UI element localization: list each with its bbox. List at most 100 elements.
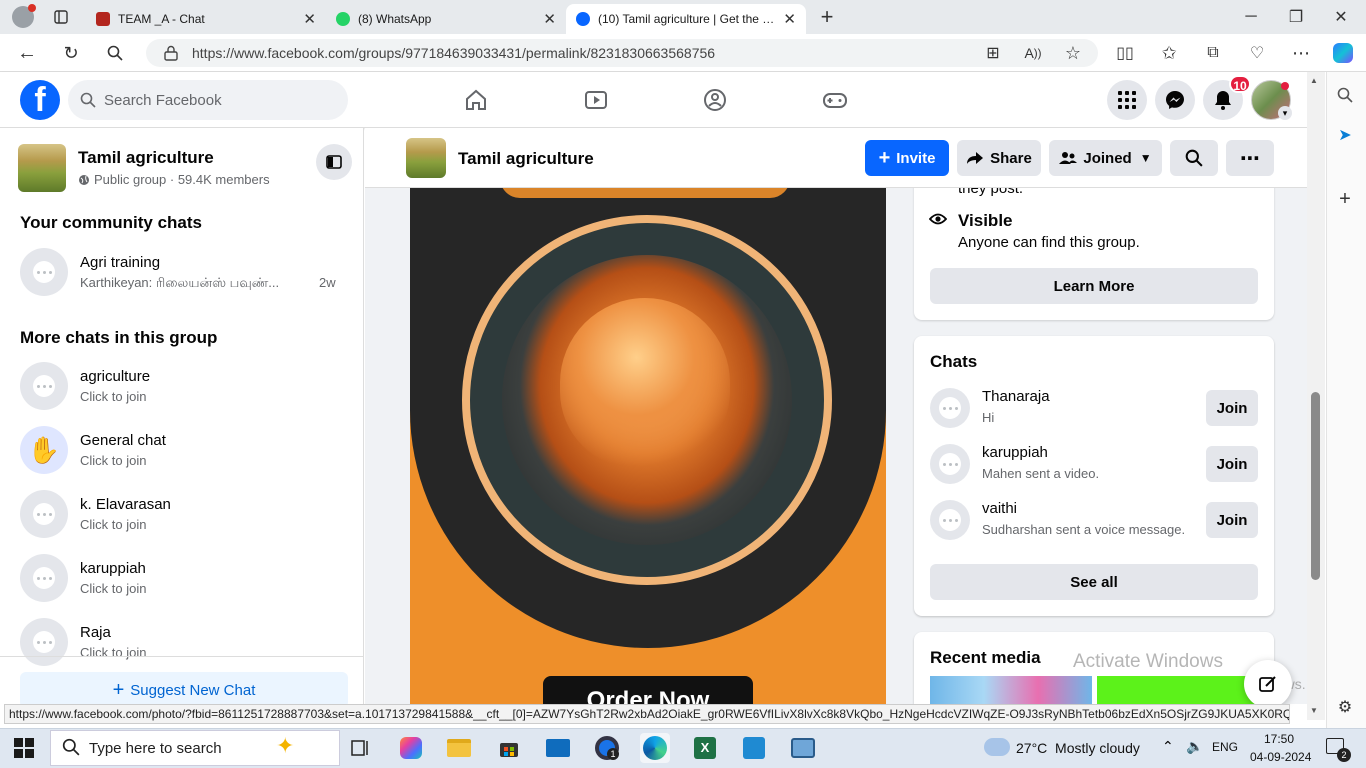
volume-icon[interactable]: 🔈 [1186, 738, 1203, 755]
tab-title: (10) Tamil agriculture | Get the Fre [598, 12, 776, 26]
tray-chevron-icon[interactable]: ⌃ [1162, 738, 1174, 755]
excel-app-icon[interactable]: X [690, 733, 720, 763]
tab-team-chat[interactable]: TEAM _A - Chat ✕ [86, 4, 326, 34]
see-all-chats-button[interactable]: See all [930, 564, 1258, 600]
order-now-button[interactable]: Order Now [543, 676, 753, 704]
group-more-button[interactable]: ⋯ [1226, 140, 1274, 176]
send-icon[interactable]: ➤ [1334, 124, 1356, 146]
minimize-icon[interactable]: ─ [1240, 6, 1262, 28]
sidebar-add-icon[interactable]: + [1334, 188, 1356, 210]
refresh-icon[interactable]: ↻ [60, 42, 82, 64]
chat-item-agriculture[interactable]: agriculture Click to join [20, 358, 350, 410]
tab-whatsapp[interactable]: (8) WhatsApp ✕ [326, 4, 566, 34]
mail-app-icon[interactable] [788, 733, 818, 763]
share-button[interactable]: Share [957, 140, 1041, 176]
scrollbar-thumb[interactable] [1311, 392, 1320, 580]
media-thumbnail[interactable] [930, 676, 1092, 704]
clock-time[interactable]: 17:50 [1264, 732, 1294, 746]
account-chevron-icon[interactable]: ▾ [1278, 106, 1292, 120]
messenger-icon[interactable] [1155, 80, 1195, 120]
joined-button[interactable]: Joined ▼ [1049, 140, 1162, 176]
copilot-icon[interactable] [1332, 42, 1354, 64]
edge-sidebar [1326, 72, 1366, 728]
profile-icon[interactable] [12, 4, 36, 28]
chat-item-karuppiah[interactable]: karuppiah Click to join [20, 550, 350, 602]
chat-bubble-icon [33, 375, 55, 397]
favorites-icon[interactable]: ✩ [1158, 42, 1180, 64]
chat-item-general[interactable]: ✋ General chat Click to join [20, 422, 350, 474]
weather-cloud-icon[interactable] [984, 738, 1010, 756]
post-image[interactable]: Order Now [410, 188, 886, 704]
scroll-down-arrow-icon[interactable]: ▼ [1310, 706, 1318, 715]
file-explorer-icon[interactable] [444, 733, 474, 763]
sidebar-settings-icon[interactable]: ⚙ [1334, 696, 1356, 718]
tab-title: TEAM _A - Chat [118, 12, 205, 26]
facebook-search-input[interactable]: Search Facebook [68, 80, 348, 120]
vscode-app-icon[interactable] [739, 733, 769, 763]
media-thumbnail[interactable] [1097, 676, 1258, 704]
edge-app-icon[interactable] [640, 733, 670, 763]
address-bar[interactable]: https://www.facebook.com/groups/97718463… [146, 39, 1098, 67]
read-aloud-icon[interactable]: A)) [1022, 42, 1044, 64]
tab-title: (8) WhatsApp [358, 12, 432, 26]
group-search-button[interactable] [1170, 140, 1218, 176]
gaming-icon[interactable] [819, 84, 851, 116]
suggest-new-chat-button[interactable]: + Suggest New Chat [20, 672, 348, 708]
recent-media-title: Recent media [930, 648, 1041, 667]
chat-avatar [930, 388, 970, 428]
close-icon[interactable]: ✕ [783, 10, 796, 28]
favorite-star-icon[interactable]: ☆ [1062, 42, 1084, 64]
clock-date[interactable]: 04-09-2024 [1250, 750, 1311, 764]
video-icon[interactable] [580, 84, 612, 116]
community-chat-item[interactable]: Agri training Karthikeyan: ரிலையன்ஸ் பவு… [20, 244, 350, 296]
sidebar-search-icon[interactable] [1334, 84, 1356, 106]
menu-grid-icon[interactable] [1107, 80, 1147, 120]
app-available-icon[interactable]: ⊞ [982, 42, 1004, 64]
join-chat-button[interactable]: Join [1206, 390, 1258, 426]
copilot-app-icon[interactable] [396, 733, 426, 763]
learn-more-button[interactable]: Learn More [930, 268, 1258, 304]
home-icon[interactable] [460, 84, 492, 116]
task-view-icon[interactable] [346, 733, 376, 763]
app-count-badge: 1 [607, 748, 619, 760]
group-header-name[interactable]: Tamil agriculture [458, 149, 594, 169]
group-header-thumbnail[interactable] [406, 138, 446, 178]
link-status-bar: https://www.facebook.com/photo/?fbid=861… [4, 704, 1290, 724]
join-chat-button[interactable]: Join [1206, 502, 1258, 538]
new-tab-button[interactable]: + [816, 4, 838, 29]
group-chats-panel: Tamil agriculture Public group · 59.4K m… [0, 128, 364, 704]
lock-icon[interactable] [160, 42, 182, 64]
more-menu-icon[interactable]: ⋯ [1290, 42, 1312, 64]
tab-actions-icon[interactable] [50, 6, 72, 28]
join-chat-button[interactable]: Join [1206, 446, 1258, 482]
collapse-panel-icon[interactable] [316, 144, 352, 180]
chrome-app-icon[interactable] [592, 733, 622, 763]
chat-avatar [20, 490, 68, 538]
chat-item-elavarasan[interactable]: k. Elavarasan Click to join [20, 486, 350, 538]
facebook-logo[interactable]: f [20, 80, 60, 120]
new-message-icon[interactable] [1244, 660, 1292, 708]
chat-item-raja[interactable]: Raja Click to join [20, 614, 350, 666]
window-close-icon[interactable]: ✕ [1330, 6, 1352, 28]
search-highlight-icon[interactable]: ✦ [276, 733, 294, 759]
microsoft-store-icon[interactable] [494, 733, 524, 763]
scroll-up-arrow-icon[interactable]: ▲ [1310, 76, 1318, 85]
browser-essentials-icon[interactable]: ♡ [1246, 42, 1268, 64]
invite-button[interactable]: + Invite [865, 140, 949, 176]
groups-icon[interactable] [699, 84, 731, 116]
search-icon[interactable] [104, 42, 126, 64]
close-icon[interactable]: ✕ [303, 10, 316, 28]
close-icon[interactable]: ✕ [543, 10, 556, 28]
mail-icon[interactable] [543, 733, 573, 763]
taskbar-search-input[interactable]: Type here to search [50, 730, 340, 766]
restore-icon[interactable]: ❐ [1285, 6, 1307, 28]
split-screen-icon[interactable]: ▯▯ [1114, 42, 1136, 64]
language-indicator[interactable]: ENG [1212, 740, 1238, 754]
weather-text[interactable]: 27°C Mostly cloudy [1016, 740, 1140, 756]
windows-start-icon[interactable] [14, 738, 34, 758]
collections-icon[interactable]: ⧉ [1202, 42, 1224, 64]
tab-facebook[interactable]: (10) Tamil agriculture | Get the Fre ✕ [566, 4, 806, 34]
group-name[interactable]: Tamil agriculture [78, 148, 214, 168]
group-thumbnail[interactable] [18, 144, 66, 192]
back-icon[interactable]: ← [16, 42, 38, 64]
